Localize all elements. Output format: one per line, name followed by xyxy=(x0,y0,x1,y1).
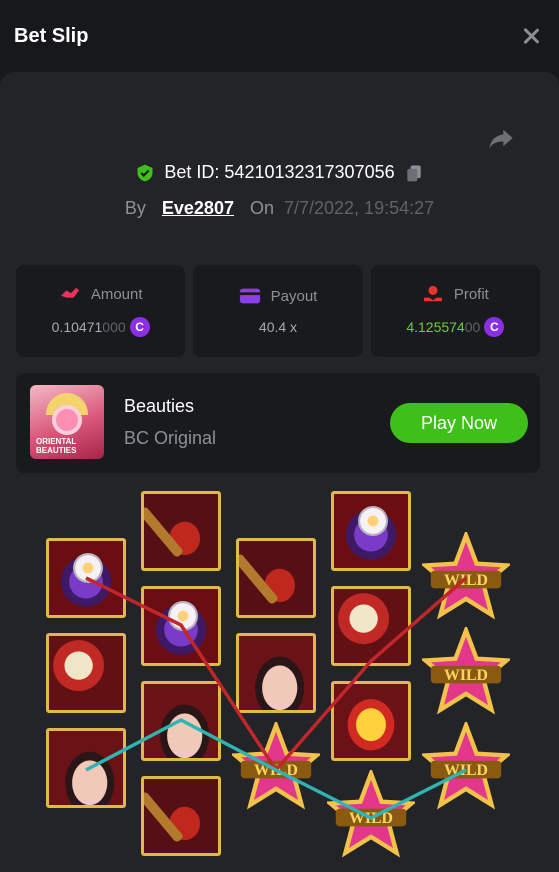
currency-coin-icon: C xyxy=(129,317,150,337)
stat-amount: Amount 0.10471000 C xyxy=(16,265,186,357)
wallet-icon xyxy=(239,288,260,304)
game-provider: BC Original xyxy=(124,428,217,448)
bet-id-value: 54210132317307056 xyxy=(224,162,395,182)
amount-value: 0.10471 xyxy=(51,319,103,335)
stat-payout: Payout 40.4 x xyxy=(193,265,363,357)
share-icon[interactable] xyxy=(487,124,515,152)
flower-icon xyxy=(56,409,78,431)
on-label: On xyxy=(249,198,274,218)
page-title: Bet Slip xyxy=(14,24,89,47)
byline: By Eve2807 On 7/7/2022, 19:54:27 xyxy=(0,198,559,219)
close-icon[interactable] xyxy=(521,26,541,46)
game-thumbnail[interactable]: ORIENTAL BEAUTIES xyxy=(30,385,104,459)
profit-value: 4.125574 xyxy=(406,319,465,335)
payout-value: 40.4 x xyxy=(258,319,298,335)
copy-icon[interactable] xyxy=(404,163,424,183)
bet-panel: Bet ID: 54210132317307056 By Eve2807 On … xyxy=(0,72,559,872)
amount-value-trailing: 000 xyxy=(102,319,126,335)
shield-check-icon xyxy=(137,164,153,181)
header: Bet Slip xyxy=(0,0,559,72)
play-now-button[interactable]: Play Now xyxy=(390,403,528,443)
currency-coin-icon: C xyxy=(484,317,505,337)
bet-id-row: Bet ID: 54210132317307056 xyxy=(0,162,559,183)
game-card: ORIENTAL BEAUTIES Beauties BC Original Pl… xyxy=(16,373,540,473)
game-name: Beauties xyxy=(124,396,195,416)
stat-profit: Profit 4.12557400 C xyxy=(370,265,540,357)
profit-value-trailing: 00 xyxy=(464,319,481,335)
bet-id-label: Bet ID: xyxy=(164,162,220,182)
profit-label: Profit xyxy=(453,285,489,303)
by-label: By xyxy=(124,198,146,218)
payout-label: Payout xyxy=(270,287,318,305)
thumb-text-1: ORIENTAL xyxy=(36,437,77,446)
user-link[interactable]: Eve2807 xyxy=(162,198,234,219)
bet-datetime: 7/7/2022, 19:54:27 xyxy=(283,198,435,218)
amount-label: Amount xyxy=(90,285,143,303)
stats-row: Amount 0.10471000 C Payout 40.4 x Profit… xyxy=(16,265,540,357)
profit-hand-icon xyxy=(423,285,442,302)
bet-hand-icon xyxy=(60,287,79,298)
thumb-text-2: BEAUTIES xyxy=(36,446,77,455)
